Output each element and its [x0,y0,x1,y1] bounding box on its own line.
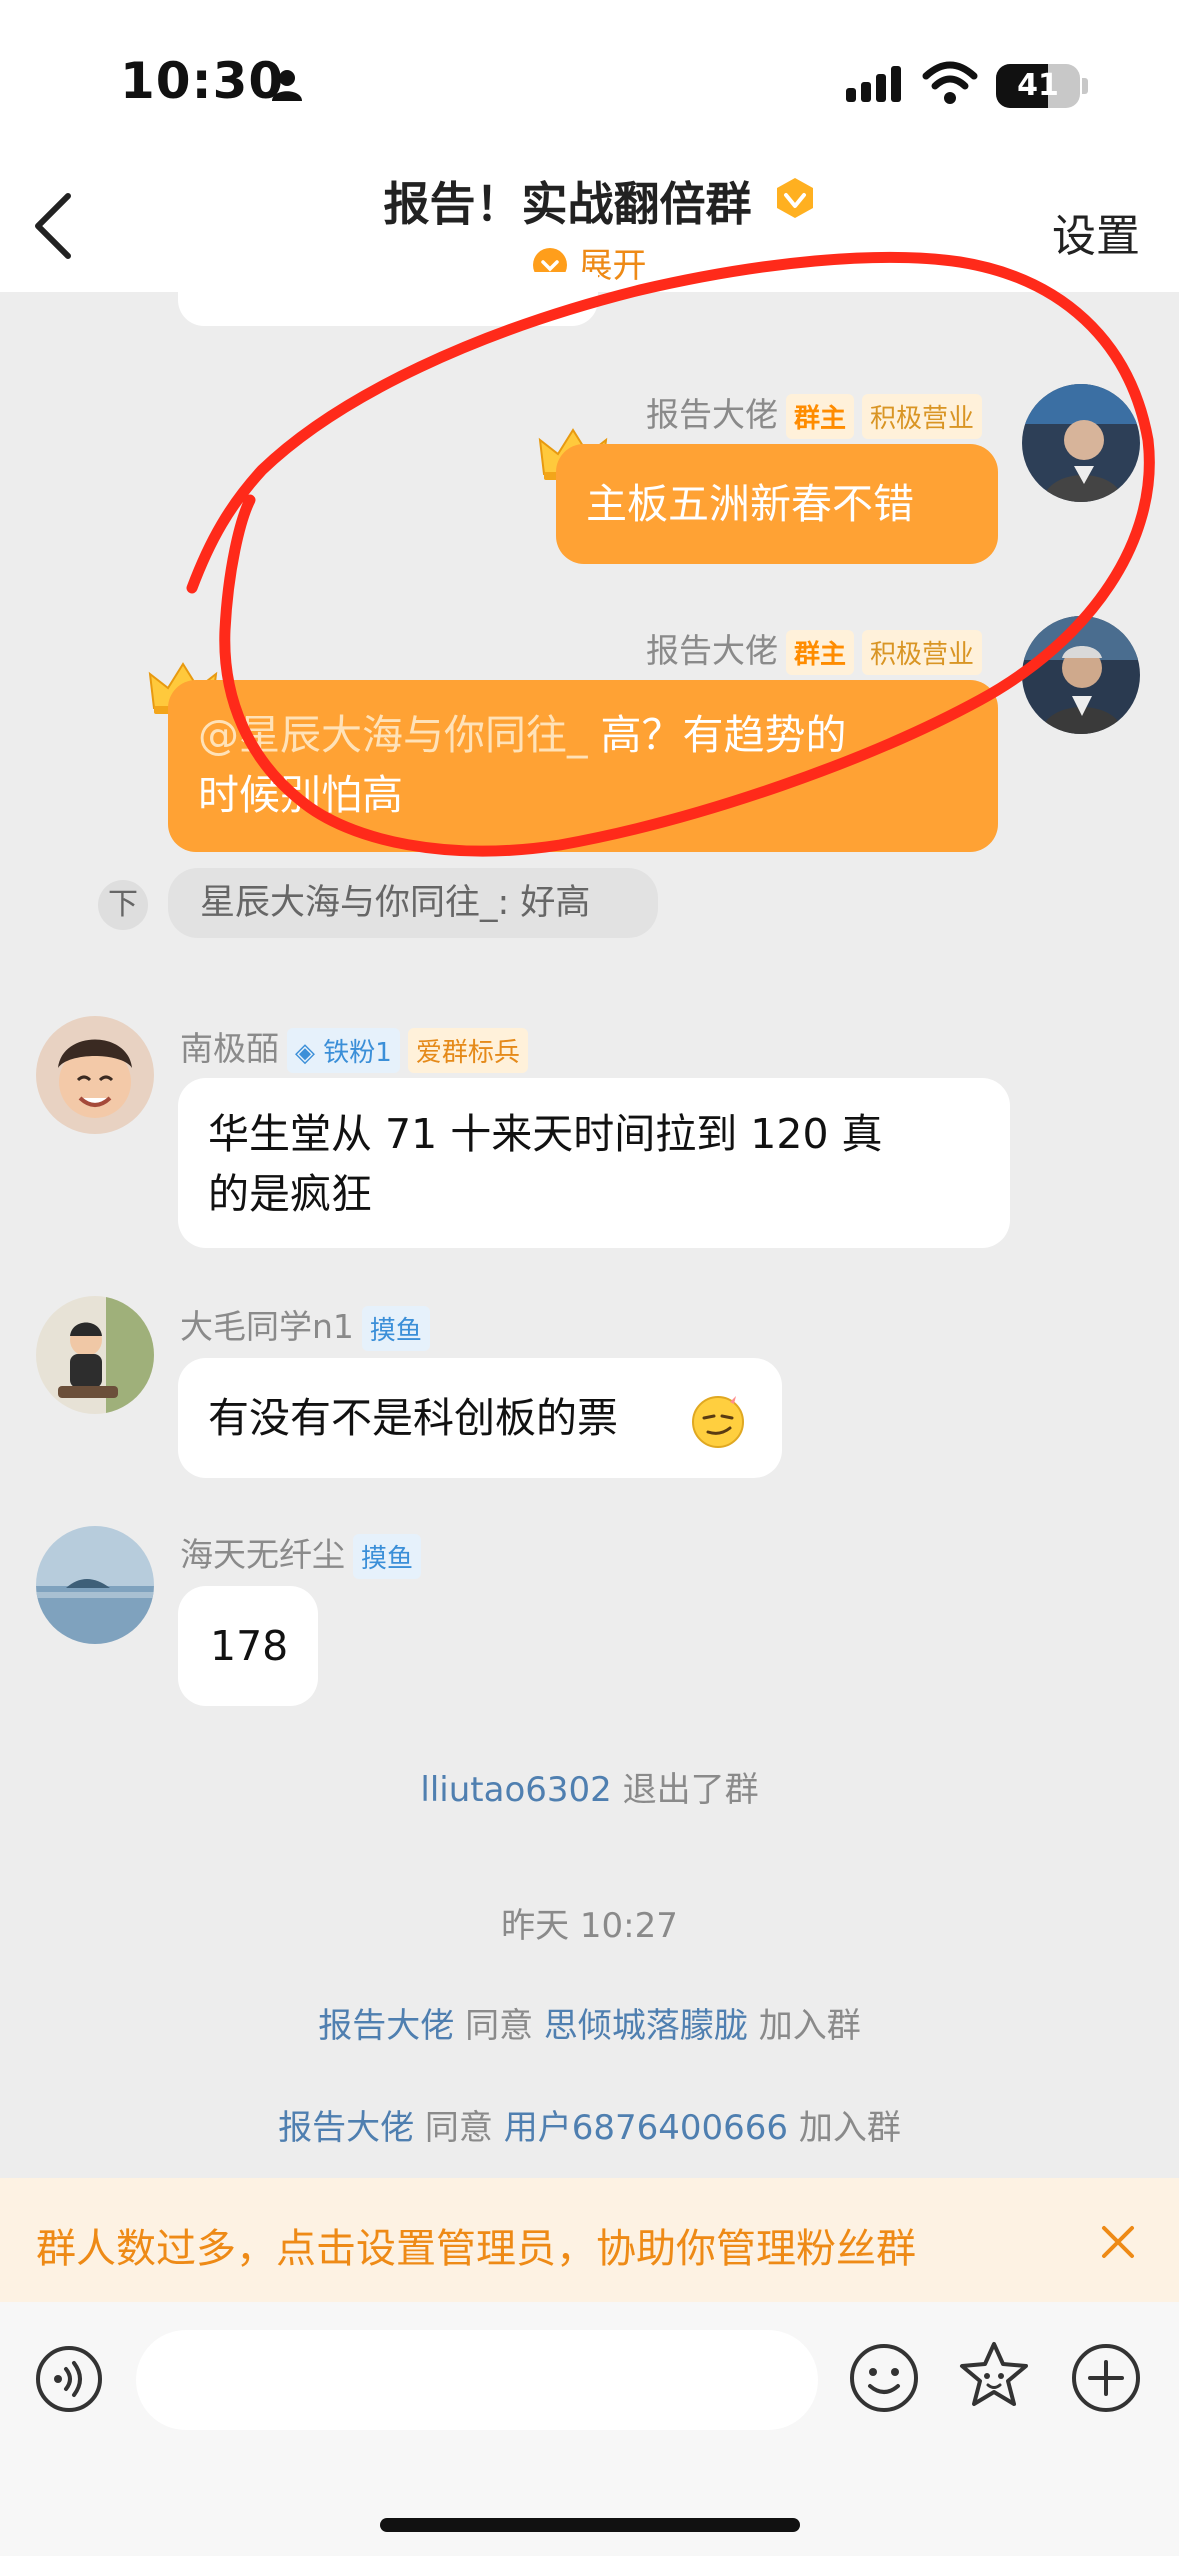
loyal-badge: 爱群标兵 [407,1028,528,1073]
reply-quote-icon: 下 [98,880,148,930]
home-indicator [380,2518,800,2532]
system-message-left: lliutao6302 退出了群 [420,1770,759,1810]
partial-message-bubble [178,272,598,326]
owner-badge: 群主 [786,394,855,439]
message-text: 178 [210,1622,289,1670]
battery-icon: 41 [996,64,1088,108]
verified-badge-icon [777,178,813,218]
timestamp: 昨天 10:27 [501,1906,678,1946]
mention-link[interactable]: @星辰大海与你同往_ [198,711,588,759]
wifi-icon [922,61,978,104]
user-link[interactable]: 思倾城落朦胧 [544,2006,748,2046]
voice-icon[interactable] [34,2344,104,2414]
message-line-1: 华生堂从 71 十来天时间拉到 120 真 [208,1110,883,1158]
settings-button[interactable]: 设置 [1052,200,1140,264]
avatar[interactable] [1022,384,1140,502]
message-bubble[interactable]: 178 [178,1586,318,1706]
owner-badge: 群主 [786,630,855,675]
person-icon [272,70,302,101]
message-line-1: @星辰大海与你同往_ 高？有趋势的 [198,711,847,759]
user-link[interactable]: 报告大佬 [318,2006,454,2046]
user-link[interactable]: 报告大佬 [278,2108,414,2148]
close-icon[interactable] [1098,2222,1138,2262]
active-badge: 积极营业 [862,630,983,675]
sender-name: 大毛同学n1 摸鱼 [180,1300,430,1351]
message-line-2: 的是疯狂 [208,1170,372,1218]
sender-name: 南极皕 ◈ 铁粉1 爱群标兵 [180,1022,528,1073]
message-bubble[interactable]: @星辰大海与你同往_ 高？有趋势的 时候别怕高 [168,680,998,852]
sender-name: 海天无纤尘 摸鱼 [180,1528,422,1579]
avatar[interactable] [1022,616,1140,734]
quoted-message[interactable]: 星辰大海与你同往_: 好高 [168,868,658,938]
system-message-join: 报告大佬 同意 用户6876400666 加入群 [278,2108,901,2148]
avatar[interactable] [36,1296,154,1414]
message-bubble[interactable]: 有没有不是科创板的票 [178,1358,782,1478]
sender-name: 报告大佬 群主 积极营业 [646,388,983,439]
battery-level: 41 [1017,68,1059,103]
sender-name: 报告大佬 群主 积极营业 [646,624,983,675]
user-link[interactable]: lliutao6302 [420,1770,611,1810]
plus-icon[interactable] [1070,2342,1142,2414]
fan-badge: ◈ 铁粉1 [287,1028,400,1073]
role-badge: 摸鱼 [353,1534,422,1579]
smirk-emoji-icon [692,1396,744,1448]
system-message-join: 报告大佬 同意 思倾城落朦胧 加入群 [318,2006,861,2046]
message-input[interactable] [136,2330,818,2430]
red-annotation-circle [186,251,1155,857]
set-admin-link[interactable]: 设置管理员 [356,2226,556,2272]
active-badge: 积极营业 [862,394,983,439]
banner-text[interactable]: 群人数过多，点击设置管理员，协助你管理粉丝群 [36,2216,916,2274]
message-text: 有没有不是科创板的票 [208,1394,618,1442]
role-badge: 摸鱼 [361,1306,430,1351]
message-line-2: 时候别怕高 [198,771,403,819]
avatar[interactable] [36,1016,154,1134]
sticker-icon[interactable] [956,2338,1032,2414]
emoji-icon[interactable] [848,2342,920,2414]
user-link[interactable]: 用户6876400666 [504,2108,788,2148]
status-time: 10:30 [120,52,285,110]
message-bubble[interactable]: 主板五洲新春不错 [556,444,998,564]
avatar[interactable] [36,1526,154,1644]
message-bubble[interactable]: 华生堂从 71 十来天时间拉到 120 真 的是疯狂 [178,1078,1010,1248]
page-title[interactable]: 报告！实战翻倍群 [0,168,1179,234]
signal-icon [846,66,901,102]
message-text: 主板五洲新春不错 [586,480,914,528]
